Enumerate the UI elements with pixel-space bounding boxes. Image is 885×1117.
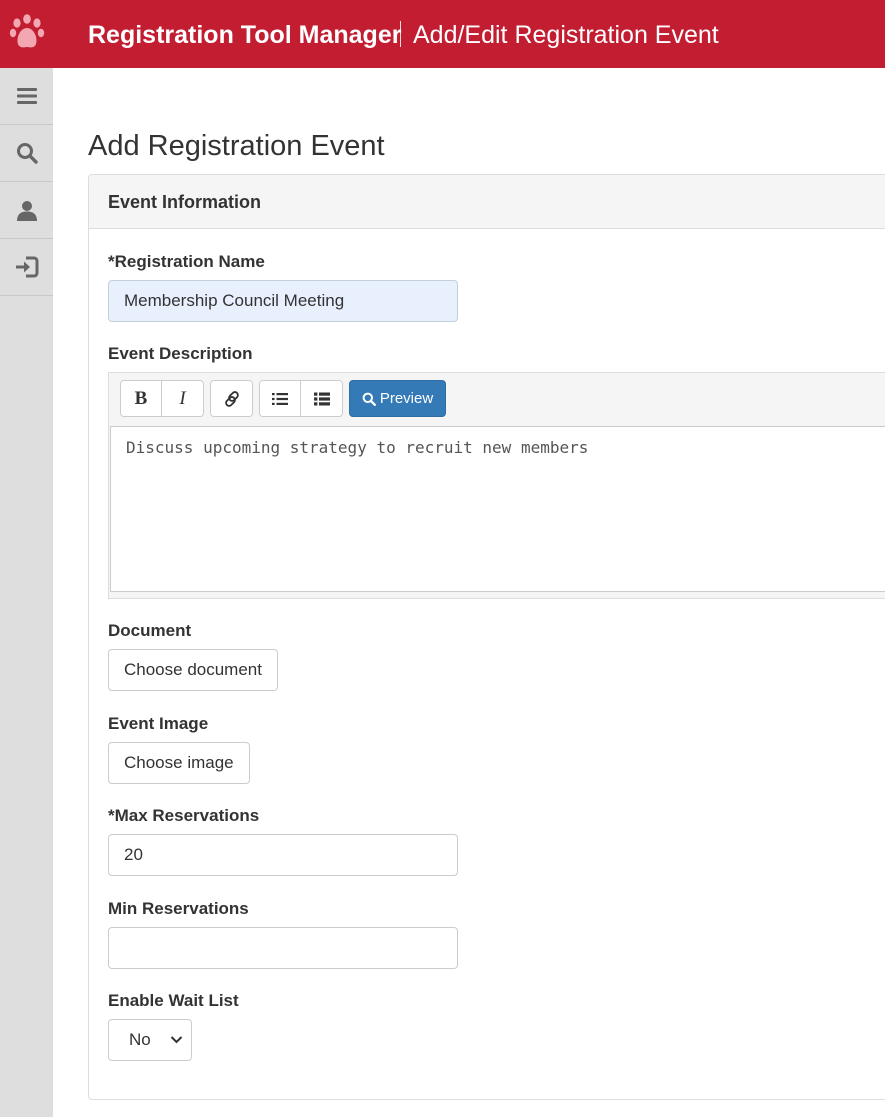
sidebar <box>0 68 53 1117</box>
max-reservations-input[interactable] <box>108 834 458 876</box>
link-icon <box>224 390 239 407</box>
registration-name-input[interactable] <box>108 280 458 322</box>
sidebar-item-menu[interactable] <box>0 68 53 125</box>
document-label: Document <box>108 621 192 640</box>
bulleted-list-button[interactable] <box>260 381 301 416</box>
choose-document-button[interactable]: Choose document <box>108 649 278 691</box>
bulleted-list-icon <box>272 392 288 405</box>
sign-out-icon <box>15 256 38 278</box>
title-divider <box>400 21 401 47</box>
preview-button[interactable]: Preview <box>349 380 446 417</box>
event-description-label: Event Description <box>108 344 253 363</box>
link-button[interactable] <box>211 381 252 416</box>
text-style-group: B I <box>120 380 204 417</box>
markdown-editor: B I Preview Discuss upcoming strategy to… <box>108 372 885 599</box>
app-title: Registration Tool Manager <box>88 21 402 49</box>
event-image-label: Event Image <box>108 714 209 733</box>
numbered-list-button[interactable] <box>301 381 342 416</box>
page-subtitle: Add/Edit Registration Event <box>413 21 719 49</box>
registration-name-label: *Registration Name <box>108 252 265 271</box>
search-icon <box>16 143 38 164</box>
italic-button[interactable]: I <box>162 381 203 416</box>
bold-label: B <box>134 387 148 409</box>
enable-wait-list-value: No <box>129 1030 151 1049</box>
page-title: Add Registration Event <box>88 130 385 162</box>
panel-heading: Event Information <box>89 175 885 229</box>
search-icon <box>362 392 376 406</box>
sidebar-item-user[interactable] <box>0 182 53 239</box>
sidebar-item-sign-out[interactable] <box>0 239 53 296</box>
list-group <box>259 380 343 417</box>
enable-wait-list-select[interactable]: No <box>108 1019 192 1061</box>
preview-label: Preview <box>379 390 434 407</box>
event-description-textarea[interactable]: Discuss upcoming strategy to recruit new… <box>110 426 885 592</box>
min-reservations-input[interactable] <box>108 927 458 969</box>
sidebar-item-search[interactable] <box>0 125 53 182</box>
bold-button[interactable]: B <box>121 381 162 416</box>
italic-label: I <box>179 387 186 409</box>
enable-wait-list-label: Enable Wait List <box>108 991 239 1010</box>
paw-icon[interactable] <box>8 12 46 54</box>
menu-icon <box>16 88 37 104</box>
min-reservations-label: Min Reservations <box>108 899 249 918</box>
panel-title: Event Information <box>108 192 262 212</box>
chevron-down-icon <box>170 1036 183 1044</box>
link-group <box>210 380 253 417</box>
user-icon <box>16 201 37 221</box>
max-reservations-label: *Max Reservations <box>108 806 260 825</box>
choose-image-button[interactable]: Choose image <box>108 742 250 784</box>
numbered-list-icon <box>313 392 330 405</box>
top-bar: Registration Tool Manager Add/Edit Regis… <box>0 0 885 68</box>
